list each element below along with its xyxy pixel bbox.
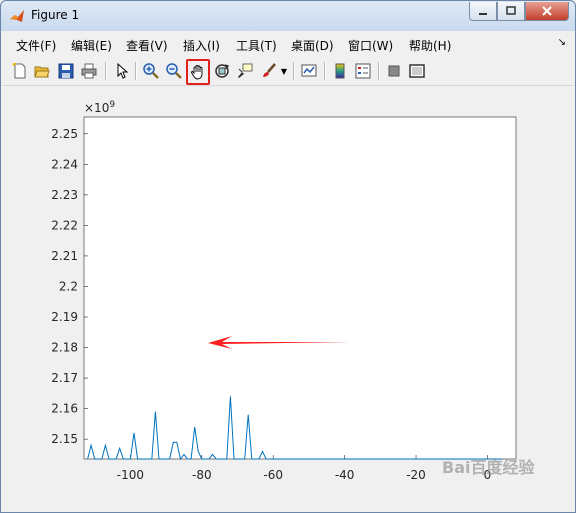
figure-canvas: ×109 2.15 2.16 2.17 2.18 2.19 2.2 2.21 2.22 2.23… — [2, 86, 574, 511]
y-tick-label: 2.18 — [51, 341, 78, 355]
menu-file[interactable]: 文件(F) — [16, 37, 56, 54]
menu-desktop[interactable]: 桌面(D) — [291, 37, 334, 54]
save-disk-icon — [58, 63, 74, 79]
menu-edit[interactable]: 编辑(E) — [71, 37, 112, 54]
brush-dropdown-icon[interactable]: ▼ — [279, 61, 289, 81]
hide-plot-tools-icon — [388, 65, 400, 77]
dock-arrow-icon[interactable]: ↘ — [558, 37, 566, 48]
menu-help[interactable]: 帮助(H) — [409, 37, 451, 54]
x-tick-label: -40 — [335, 468, 355, 482]
insert-colorbar-button[interactable] — [330, 61, 350, 81]
maximize-button[interactable] — [497, 2, 525, 21]
insert-legend-button[interactable] — [353, 61, 373, 81]
open-file-button[interactable] — [32, 61, 52, 81]
y-tick-label: 2.16 — [51, 402, 78, 416]
pan-hand-icon — [191, 65, 203, 80]
zoom-in-icon — [143, 63, 159, 79]
y-tick-label: 2.15 — [51, 432, 78, 446]
brush-button[interactable] — [259, 61, 279, 81]
y-tick-label: 2.17 — [51, 371, 78, 385]
rotate-3d-button[interactable] — [212, 61, 232, 81]
new-figure-button[interactable] — [10, 61, 30, 81]
x-tick-label: -80 — [192, 468, 212, 482]
figure-toolbar: ▼ — [2, 57, 574, 86]
minimize-icon — [479, 13, 487, 15]
data-cursor-icon — [238, 63, 253, 78]
colorbar-icon — [335, 63, 345, 79]
arrow-cursor-icon — [117, 63, 129, 79]
minimize-button[interactable] — [469, 2, 497, 21]
y-tick-label: 2.21 — [51, 249, 78, 263]
y-exponent-label: ×109 — [84, 100, 115, 115]
menu-bar: 文件(F) 编辑(E) 查看(V) 插入(I) 工具(T) 桌面(D) 窗口(W… — [2, 31, 574, 57]
show-plot-tools-button[interactable] — [407, 61, 427, 81]
hide-plot-tools-button[interactable] — [384, 61, 404, 81]
watermark: Bai百度经验 — [442, 458, 535, 477]
close-icon — [542, 6, 552, 16]
zoom-out-icon — [166, 63, 182, 79]
window-title: Figure 1 — [31, 8, 80, 22]
edit-plot-button[interactable] — [111, 61, 131, 81]
maximize-icon — [506, 6, 516, 15]
x-tick-label: -20 — [406, 468, 426, 482]
legend-icon — [355, 63, 371, 79]
data-cursor-button[interactable] — [235, 61, 255, 81]
close-button[interactable] — [525, 2, 569, 21]
title-bar[interactable]: Figure 1 — [1, 1, 575, 31]
save-figure-button[interactable] — [56, 61, 76, 81]
menu-tools[interactable]: 工具(T) — [236, 37, 277, 54]
menu-view[interactable]: 查看(V) — [126, 37, 168, 54]
link-plot-icon — [301, 64, 317, 77]
axes-background — [83, 116, 517, 460]
zoom-out-button[interactable] — [164, 61, 184, 81]
zoom-in-button[interactable] — [141, 61, 161, 81]
y-tick-label: 2.23 — [51, 188, 78, 202]
y-tick-label: 2.24 — [51, 157, 78, 171]
link-plot-button[interactable] — [299, 61, 319, 81]
print-figure-button[interactable] — [79, 61, 99, 81]
open-folder-icon — [34, 66, 50, 78]
new-figure-icon — [12, 63, 26, 79]
rotate-3d-icon — [215, 64, 230, 78]
y-tick-label: 2.2 — [59, 279, 78, 293]
brush-icon — [263, 63, 276, 77]
show-plot-tools-icon — [409, 64, 425, 78]
x-tick-label: -100 — [117, 468, 144, 482]
y-tick-label: 2.22 — [51, 218, 78, 232]
x-tick-label: -60 — [263, 468, 283, 482]
pan-button[interactable] — [186, 59, 210, 85]
y-tick-label: 2.19 — [51, 310, 78, 324]
menu-window[interactable]: 窗口(W) — [348, 37, 393, 54]
y-tick-label: 2.25 — [51, 127, 78, 141]
printer-icon — [81, 63, 97, 79]
figure-window: Figure 1 文件(F) 编辑(E) 查看(V) 插入(I) 工具(T) 桌… — [0, 0, 576, 513]
plot-area[interactable]: ×109 2.15 2.16 2.17 2.18 2.19 2.2 2.21 2.22 2.23… — [2, 86, 574, 511]
menu-insert[interactable]: 插入(I) — [183, 37, 220, 54]
matlab-logo-icon — [10, 10, 24, 22]
